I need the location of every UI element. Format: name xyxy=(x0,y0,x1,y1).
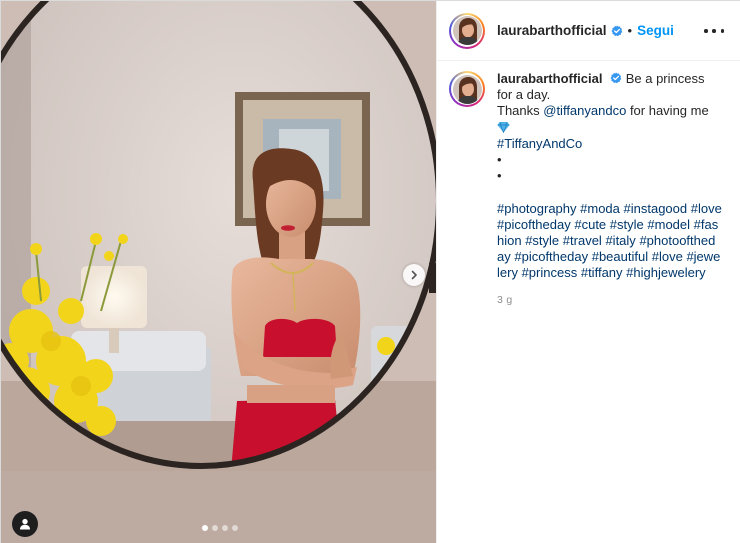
post-caption: laurabarthofficial Be a princess for a d… xyxy=(449,71,734,308)
profile-photo xyxy=(452,74,482,104)
verified-badge-icon xyxy=(611,25,622,36)
hashtag-link[interactable]: #tiffany xyxy=(581,265,623,280)
hashtag-link[interactable]: #highjewelery xyxy=(626,265,706,280)
hashtag-link[interactable]: #style xyxy=(525,233,559,248)
post-media[interactable] xyxy=(1,1,436,543)
more-options-icon xyxy=(704,29,708,33)
hashtag-link[interactable]: #picoftheday xyxy=(497,217,571,232)
caption-bullet: • xyxy=(497,168,502,184)
verified-badge-icon xyxy=(610,72,622,84)
caption-bullet: • xyxy=(497,152,502,168)
post-header: laurabarthofficial • Segui xyxy=(437,1,740,61)
caption-text: laurabarthofficial Be a princess for a d… xyxy=(497,71,722,308)
caption-avatar[interactable] xyxy=(449,71,485,107)
profile-photo xyxy=(452,16,482,45)
hashtag-link[interactable]: #travel xyxy=(563,233,602,248)
more-options-button[interactable] xyxy=(704,21,724,41)
gem-emoji-icon xyxy=(497,121,510,133)
hashtag-link[interactable]: #moda xyxy=(580,201,620,216)
author-username[interactable]: laurabarthofficial xyxy=(497,23,607,38)
chevron-right-icon xyxy=(411,270,417,280)
post-side-panel: laurabarthofficial • Segui laurabarthoff… xyxy=(436,1,740,543)
carousel-indicator xyxy=(202,525,238,531)
post-photo xyxy=(1,1,436,543)
hashtag-link[interactable]: #love xyxy=(652,249,683,264)
carousel-next-button[interactable] xyxy=(403,264,425,286)
user-tag-icon xyxy=(20,518,30,530)
caption-username[interactable]: laurabarthofficial xyxy=(497,71,602,86)
user-tags-button[interactable] xyxy=(12,511,38,537)
hashtag-link[interactable]: #cute xyxy=(574,217,606,232)
hashtag-link[interactable]: #picoftheday xyxy=(514,249,588,264)
hashtag-link[interactable]: #model xyxy=(647,217,690,232)
hashtag-list: #photography #moda #instagood #love #pic… xyxy=(497,201,722,282)
separator-dot: • xyxy=(627,23,633,38)
carousel-dot xyxy=(212,525,218,531)
hashtag-link[interactable]: #princess xyxy=(522,265,578,280)
carousel-dot xyxy=(202,525,208,531)
caption-thanks-prefix: Thanks xyxy=(497,103,544,119)
hashtag-link[interactable]: #photography xyxy=(497,201,577,216)
follow-button[interactable]: Segui xyxy=(637,23,674,38)
hashtag-link[interactable]: #italy xyxy=(605,233,635,248)
avatar[interactable] xyxy=(449,12,485,49)
caption-thanks-suffix: for having me xyxy=(626,103,709,119)
hashtag-link[interactable]: #beautiful xyxy=(592,249,648,264)
mention-link[interactable]: @tiffanyandco xyxy=(543,103,626,118)
carousel-dot xyxy=(232,525,238,531)
hashtag-link[interactable]: #love xyxy=(691,201,722,216)
hashtag-link[interactable]: #instagood xyxy=(624,201,688,216)
hashtag-link[interactable]: #style xyxy=(610,217,644,232)
instagram-post: laurabarthofficial • Segui laurabarthoff… xyxy=(0,0,740,543)
carousel-dot xyxy=(222,525,228,531)
hashtag-link[interactable]: #TiffanyAndCo xyxy=(497,136,582,151)
post-timestamp[interactable]: 3 g xyxy=(497,292,722,308)
